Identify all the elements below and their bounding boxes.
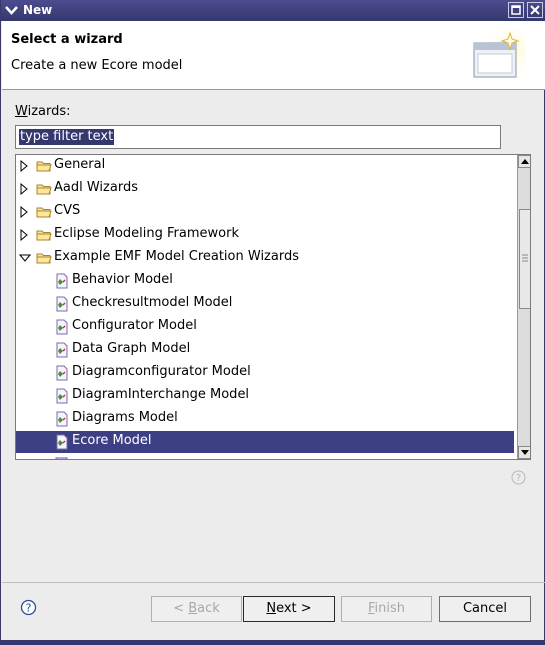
window-bottom-border xyxy=(1,640,545,645)
tree-item-partial xyxy=(16,453,514,459)
tree-item-diagramconfigurator-model[interactable]: Diagramconfigurator Model xyxy=(16,362,514,384)
tree-item-configurator-model[interactable]: Configurator Model xyxy=(16,316,514,338)
scroll-thumb[interactable] xyxy=(519,209,530,309)
collapsed-arrow-icon[interactable] xyxy=(19,182,29,196)
filter-input[interactable]: type filter text xyxy=(15,125,501,149)
tree-item-aadl-wizards[interactable]: Aadl Wizards xyxy=(16,178,514,200)
tree-item-checkresultmodel-model[interactable]: Checkresultmodel Model xyxy=(16,293,514,315)
tree-item-label: CVS xyxy=(54,203,81,218)
back-button-label: ack xyxy=(197,601,220,616)
tree-item-label: Ecore Model xyxy=(72,433,152,448)
scroll-up-icon xyxy=(521,159,529,164)
model-icon xyxy=(55,457,68,459)
back-button[interactable]: < Back xyxy=(151,596,242,622)
wizard-banner: Select a wizard Create a new Ecore model xyxy=(2,21,545,90)
folder-icon xyxy=(36,250,52,266)
tree-item-eclipse-modeling-framework[interactable]: Eclipse Modeling Framework xyxy=(16,224,514,246)
tree-item-label: Aadl Wizards xyxy=(54,180,138,195)
new-wizard-dialog: New Select a wizard Create a new Ecore m… xyxy=(0,0,545,645)
tree-item-label: DiagramInterchange Model xyxy=(72,387,250,402)
wizards-label-mnemonic: W xyxy=(15,104,28,119)
wizard-tree[interactable]: General Aadl Wizards CVS Eclipse Modeling F… xyxy=(15,154,531,460)
new-wizard-banner-icon xyxy=(470,29,526,83)
folder-icon xyxy=(36,158,52,174)
tree-item-diagrams-model[interactable]: Diagrams Model xyxy=(16,408,514,430)
maximize-icon xyxy=(511,5,521,15)
tree-item-general[interactable]: General xyxy=(16,155,514,177)
model-wizard-icon xyxy=(54,296,70,312)
finish-button-label: inish xyxy=(374,601,406,616)
button-bar-separator xyxy=(2,582,545,583)
wizards-label-text: izards: xyxy=(27,104,71,119)
wizards-label: Wizards: xyxy=(15,104,71,119)
tree-item-label: Data Graph Model xyxy=(72,341,191,356)
banner-subtitle: Create a new Ecore model xyxy=(11,58,183,73)
folder-icon xyxy=(36,227,52,243)
context-help-icon: ? xyxy=(511,470,526,485)
model-wizard-icon xyxy=(54,388,70,404)
back-button-prefix: < xyxy=(173,601,189,616)
tree-item-label: Example EMF Model Creation Wizards xyxy=(54,249,299,264)
tree-item-label: Behavior Model xyxy=(72,272,173,287)
title-bar: New xyxy=(1,0,545,21)
collapsed-arrow-icon[interactable] xyxy=(19,228,29,242)
tree-item-label: Eclipse Modeling Framework xyxy=(54,226,239,241)
folder-icon xyxy=(36,181,52,197)
collapsed-arrow-icon[interactable] xyxy=(19,205,29,219)
tree-item-behavior-model[interactable]: Behavior Model xyxy=(16,270,514,292)
tree-scrollbar[interactable] xyxy=(517,155,530,459)
close-button[interactable] xyxy=(527,2,543,18)
tree-item-label: Diagrams Model xyxy=(72,410,178,425)
finish-button[interactable]: Finish xyxy=(341,596,432,622)
next-button[interactable]: Next > xyxy=(243,596,335,622)
collapsed-arrow-icon[interactable] xyxy=(19,159,29,173)
model-wizard-icon xyxy=(54,365,70,381)
model-wizard-icon xyxy=(54,342,70,358)
maximize-button[interactable] xyxy=(508,2,524,18)
scroll-down-icon xyxy=(521,450,529,455)
tree-item-example-emf-model-creation-wizards[interactable]: Example EMF Model Creation Wizards xyxy=(16,247,514,269)
filter-input-value: type filter text xyxy=(19,129,115,145)
tree-item-label: General xyxy=(54,157,106,172)
next-button-mnemonic: N xyxy=(266,601,277,616)
tree-item-data-graph-model[interactable]: Data Graph Model xyxy=(16,339,514,361)
tree-item-label: Configurator Model xyxy=(72,318,197,333)
help-icon[interactable]: ? xyxy=(20,599,37,616)
tree-item-ecore-model[interactable]: Ecore Model xyxy=(16,431,514,453)
expanded-arrow-icon[interactable] xyxy=(18,252,32,264)
model-wizard-icon xyxy=(54,319,70,335)
svg-text:?: ? xyxy=(516,473,521,484)
svg-text:?: ? xyxy=(26,602,32,615)
banner-heading: Select a wizard xyxy=(11,32,123,47)
window-menu-icon[interactable] xyxy=(3,2,20,19)
scroll-up-button[interactable] xyxy=(518,155,530,168)
grip-icon xyxy=(522,254,528,262)
model-wizard-icon xyxy=(54,273,70,289)
tree-item-cvs[interactable]: CVS xyxy=(16,201,514,223)
close-icon xyxy=(530,5,540,15)
model-wizard-icon xyxy=(54,434,70,450)
next-button-label: ext > xyxy=(276,601,312,616)
model-wizard-icon xyxy=(54,411,70,427)
tree-item-label: Checkresultmodel Model xyxy=(72,295,233,310)
folder-icon xyxy=(36,204,52,220)
tree-item-label: Diagramconfigurator Model xyxy=(72,364,251,379)
scroll-down-button[interactable] xyxy=(518,446,530,459)
back-button-mnemonic: B xyxy=(188,601,198,616)
window-title: New xyxy=(23,3,53,17)
tree-item-diagraminterchange-model[interactable]: DiagramInterchange Model xyxy=(16,385,514,407)
cancel-button[interactable]: Cancel xyxy=(439,596,531,622)
